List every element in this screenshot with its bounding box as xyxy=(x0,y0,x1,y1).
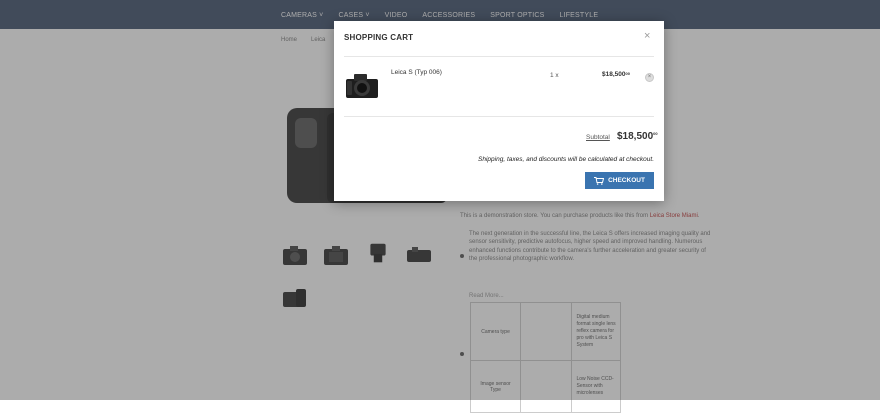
divider xyxy=(344,56,654,57)
cart-item-quantity: 1 x xyxy=(550,72,559,79)
cart-item-image[interactable] xyxy=(345,73,379,99)
divider xyxy=(344,116,654,117)
subtotal-label: Subtotal xyxy=(586,134,610,141)
remove-item-icon[interactable]: × xyxy=(645,73,654,82)
cart-icon xyxy=(594,176,605,185)
close-icon[interactable]: × xyxy=(644,31,650,42)
modal-title: SHOPPING CART xyxy=(344,33,414,42)
shipping-note: Shipping, taxes, and discounts will be c… xyxy=(478,156,654,163)
cart-item-price: $18,50000 xyxy=(602,71,630,78)
cart-item-name[interactable]: Leica S (Typ 006) xyxy=(391,69,442,76)
subtotal-value: $18,50000 xyxy=(617,131,658,142)
checkout-button[interactable]: CHECKOUT xyxy=(585,172,654,189)
shopping-cart-modal: SHOPPING CART × Leica S (Typ 006) 1 x $1… xyxy=(334,21,664,201)
checkout-label: CHECKOUT xyxy=(608,177,645,184)
